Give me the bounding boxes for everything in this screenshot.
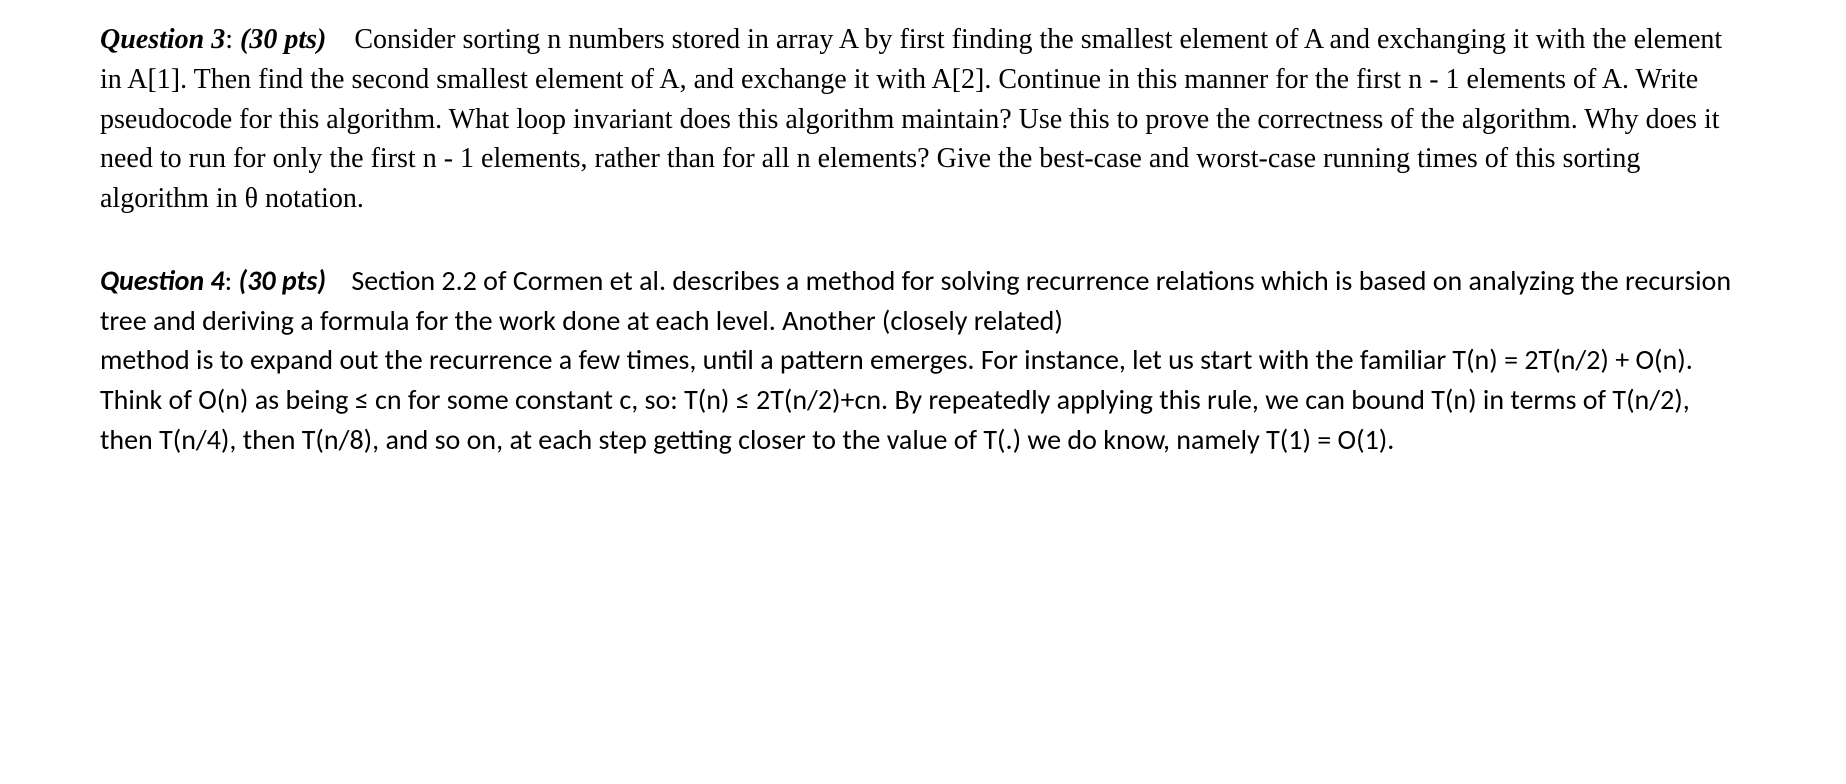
- question-4-colon: :: [225, 263, 239, 298]
- question-3-label: Question 3: [100, 24, 225, 55]
- question-4-label: Question 4: [100, 263, 225, 298]
- question-3-colon: :: [225, 24, 240, 55]
- question-4-text: Question 4: (30 pts) Section 2.2 of Corm…: [100, 261, 1746, 460]
- question-3-points: (30 pts): [240, 24, 326, 55]
- question-4-spacer: [326, 263, 351, 298]
- question-4-points: (30 pts): [238, 263, 326, 298]
- question-4-block: Question 4: (30 pts) Section 2.2 of Corm…: [100, 261, 1746, 460]
- question-3-spacer: [326, 24, 354, 55]
- question-3-text: Question 3: (30 pts) Consider sorting n …: [100, 20, 1746, 219]
- question-3-block: Question 3: (30 pts) Consider sorting n …: [100, 20, 1746, 219]
